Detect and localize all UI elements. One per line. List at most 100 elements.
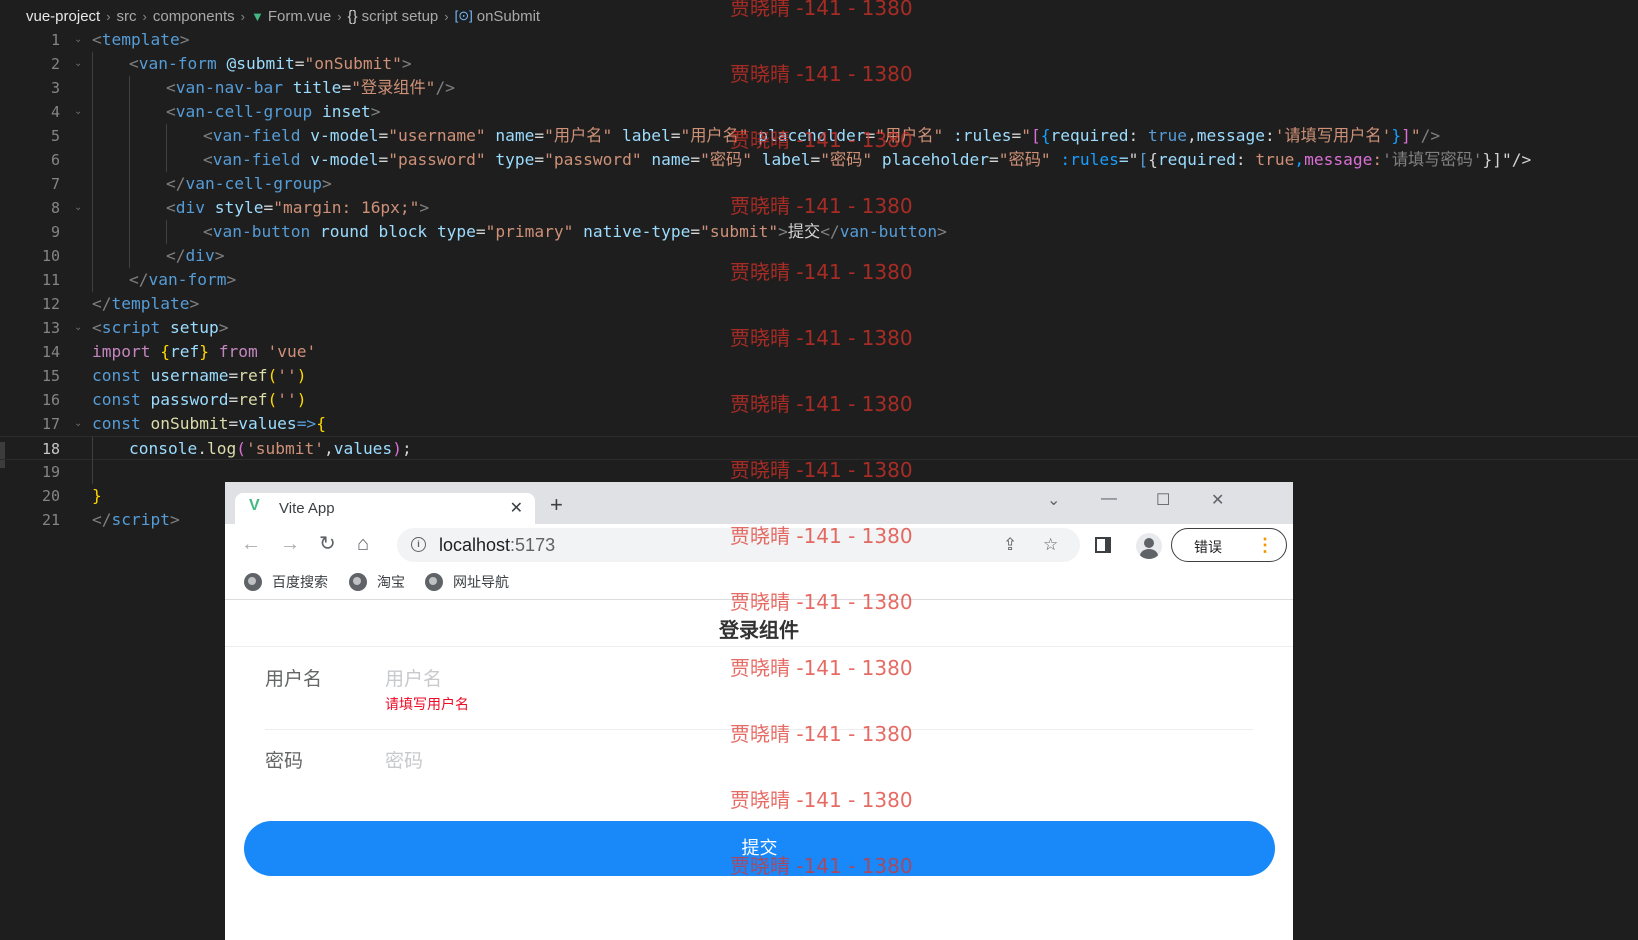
maximize-icon[interactable]: ☐ xyxy=(1156,490,1170,510)
code-token: "密码" xyxy=(998,150,1051,169)
breadcrumb-components[interactable]: components xyxy=(153,8,235,25)
code-token: = xyxy=(989,150,999,169)
line-number: 7 xyxy=(50,175,60,193)
code-token: values xyxy=(333,439,393,458)
bookmark-star-icon[interactable]: ☆ xyxy=(1043,535,1058,555)
code-token: = xyxy=(228,390,239,409)
code-line[interactable]: 11 </van-form> xyxy=(0,268,1638,292)
indent-guide xyxy=(92,148,93,172)
code-line[interactable]: 2 ⌄ <van-form @submit="onSubmit"> xyxy=(0,52,1638,76)
browser-tab[interactable]: V Vite App ✕ xyxy=(235,493,535,524)
fold-chevron-icon[interactable]: ⌄ xyxy=(74,196,82,220)
code-line[interactable]: 16 const password=ref('') xyxy=(0,388,1638,412)
code-token: , xyxy=(1294,150,1305,169)
line-number: 18 xyxy=(41,440,60,458)
code-line[interactable]: 15 const username=ref('') xyxy=(0,364,1638,388)
code-token: "username" xyxy=(388,126,486,145)
code-token: , xyxy=(323,439,334,458)
code-token: > xyxy=(226,270,237,289)
code-line[interactable]: 19 xyxy=(0,460,1638,484)
code-line[interactable]: 5 <van-field v-model="username" name="用户名… xyxy=(0,124,1638,148)
code-token: </ xyxy=(166,174,186,193)
code-text: <van-cell-group inset> xyxy=(166,100,380,124)
bookmark-label: 网址导航 xyxy=(453,574,509,590)
code-line[interactable]: 3 <van-nav-bar title="登录组件"/> xyxy=(0,76,1638,100)
code-line[interactable]: 18 console.log('submit',values); xyxy=(0,436,1638,461)
fold-chevron-icon[interactable]: ⌄ xyxy=(74,412,82,436)
code-line[interactable]: 17 ⌄ const onSubmit=values=>{ xyxy=(0,412,1638,436)
url-text[interactable]: localhost:5173 xyxy=(439,535,555,556)
code-token: } xyxy=(1391,126,1402,145)
code-token: van-button xyxy=(212,222,311,241)
code-line[interactable]: 1 ⌄ <template> xyxy=(0,28,1638,52)
code-line[interactable]: 14 import {ref} from 'vue' xyxy=(0,340,1638,364)
tab-close-icon[interactable]: ✕ xyxy=(510,498,523,518)
code-token: < xyxy=(166,198,176,217)
code-token: setup xyxy=(169,318,219,337)
error-button[interactable]: 错误 ⋮ xyxy=(1171,528,1287,562)
globe-icon xyxy=(349,573,367,591)
bookmark-item[interactable]: 百度搜索 xyxy=(244,572,328,592)
home-icon[interactable]: ⌂ xyxy=(357,533,369,555)
submit-button[interactable]: 提交 xyxy=(244,821,1275,876)
error-label: 错误 xyxy=(1194,539,1222,555)
code-token: label xyxy=(621,126,671,145)
forward-arrow-icon[interactable]: → xyxy=(280,533,300,555)
site-info-icon[interactable]: i xyxy=(411,537,426,552)
chevron-right-icon: › xyxy=(106,8,111,24)
code-token: round xyxy=(319,222,369,241)
indent-guide xyxy=(92,76,93,100)
chevron-right-icon: › xyxy=(444,8,449,24)
bookmark-item[interactable]: 网址导航 xyxy=(425,572,509,592)
code-token: = xyxy=(670,126,681,145)
code-line[interactable]: 12 </template> xyxy=(0,292,1638,316)
breadcrumb-section[interactable]: script setup xyxy=(362,8,439,25)
code-token: "password" xyxy=(544,150,642,169)
line-number: 3 xyxy=(50,79,60,97)
username-input[interactable]: 用户名 xyxy=(385,664,442,691)
code-token: ref xyxy=(238,390,268,409)
code-token: onSubmit xyxy=(150,414,229,433)
breadcrumb-file[interactable]: Form.vue xyxy=(268,8,331,25)
code-token: } xyxy=(199,342,209,361)
minimize-icon[interactable]: — xyxy=(1101,490,1117,508)
code-line[interactable]: 13 ⌄ <script setup> xyxy=(0,316,1638,340)
reload-icon[interactable]: ↻ xyxy=(319,533,336,555)
code-line[interactable]: 7 </van-cell-group> xyxy=(0,172,1638,196)
tab-search-chevron-icon[interactable]: ⌄ xyxy=(1047,490,1060,510)
breadcrumb-project[interactable]: vue-project xyxy=(26,8,100,25)
code-token: < xyxy=(92,30,102,49)
fold-chevron-icon[interactable]: ⌄ xyxy=(74,100,82,124)
code-token: username xyxy=(150,366,229,385)
window-close-icon[interactable]: ✕ xyxy=(1211,490,1224,510)
username-label: 用户名 xyxy=(265,669,323,690)
address-bar[interactable]: i localhost:5173 ⇪ ☆ xyxy=(397,528,1080,562)
back-arrow-icon[interactable]: ← xyxy=(241,533,261,555)
code-token: '请填写用户名' xyxy=(1274,126,1392,145)
indent-guide xyxy=(92,244,93,268)
code-line[interactable]: 6 <van-field v-model="password" type="pas… xyxy=(0,148,1638,172)
code-line[interactable]: 9 <van-button round block type="primary" … xyxy=(0,220,1638,244)
code-line[interactable]: 8 ⌄ <div style="margin: 16px;"> xyxy=(0,196,1638,220)
password-input[interactable]: 密码 xyxy=(385,746,423,773)
code-token: ) xyxy=(296,390,307,409)
side-panel-icon[interactable] xyxy=(1095,537,1111,553)
code-line[interactable]: 10 </div> xyxy=(0,244,1638,268)
share-icon[interactable]: ⇪ xyxy=(1003,535,1017,555)
bookmark-item[interactable]: 淘宝 xyxy=(349,572,405,592)
page-content: 登录组件 用户名 用户名 请填写用户名 密码 密码 提交 xyxy=(225,601,1293,940)
indent-guide xyxy=(92,460,93,484)
breadcrumb-symbol[interactable]: onSubmit xyxy=(477,8,540,25)
code-line[interactable]: 4 ⌄ <van-cell-group inset> xyxy=(0,100,1638,124)
fold-chevron-icon[interactable]: ⌄ xyxy=(74,316,82,340)
fold-chevron-icon[interactable]: ⌄ xyxy=(74,28,82,52)
new-tab-button[interactable]: + xyxy=(550,494,563,516)
code-token: > xyxy=(370,102,381,121)
profile-avatar-icon[interactable] xyxy=(1136,533,1162,559)
fold-chevron-icon[interactable]: ⌄ xyxy=(74,52,82,76)
breadcrumb-src[interactable]: src xyxy=(117,8,137,25)
code-token: '请填写密码' xyxy=(1382,150,1483,169)
